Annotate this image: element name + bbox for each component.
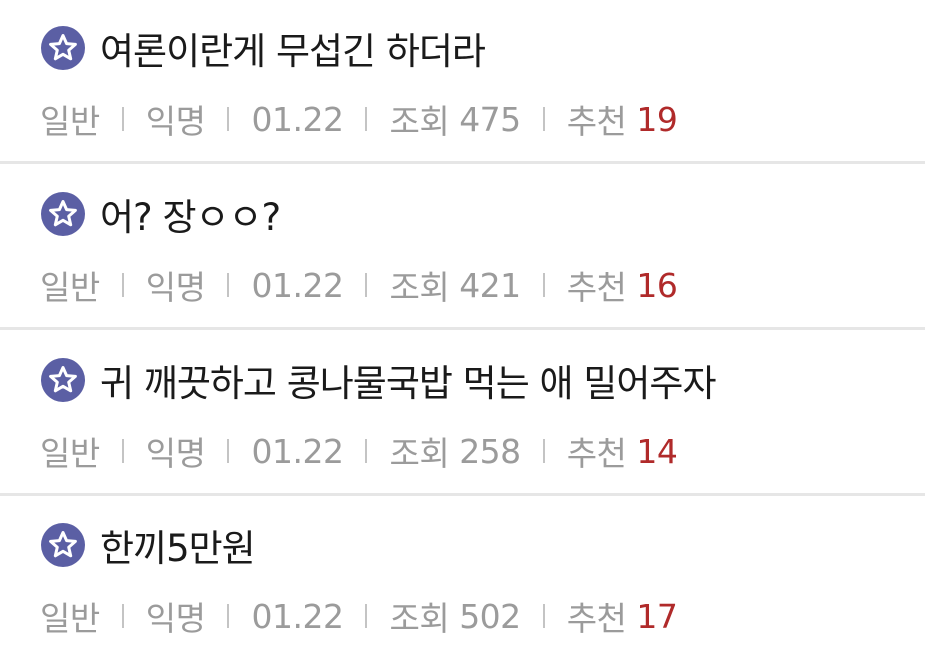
meta-divider: [365, 273, 368, 297]
recommend-count: 16: [636, 265, 678, 305]
post-category: 일반: [40, 434, 100, 473]
meta-divider: [121, 439, 124, 463]
post-list-item[interactable]: 어? 장ㅇㅇ? 일반 익명 01.22 조회 421 추천 16: [0, 166, 925, 330]
post-date: 01.22: [251, 431, 344, 471]
post-date: 01.22: [251, 99, 344, 139]
recommend-label: 추천: [566, 268, 627, 307]
views-count: 421: [459, 265, 521, 305]
post-title[interactable]: 어? 장ㅇㅇ?: [100, 187, 281, 241]
post-date: 01.22: [251, 596, 344, 636]
meta-divider: [542, 107, 545, 131]
post-category: 일반: [40, 268, 100, 307]
star-icon: [41, 192, 85, 236]
post-list-item[interactable]: 여론이란게 무섭긴 하더라 일반 익명 01.22 조회 475 추천 19: [0, 0, 925, 164]
views-count: 475: [459, 99, 521, 139]
post-meta: 일반 익명 01.22 조회 421 추천 16: [40, 262, 678, 308]
post-author: 익명: [145, 434, 206, 473]
post-title[interactable]: 귀 깨끗하고 콩나물국밥 먹는 애 밀어주자: [100, 353, 716, 407]
meta-divider: [227, 439, 230, 463]
meta-divider: [542, 439, 545, 463]
post-date: 01.22: [251, 265, 344, 305]
views-label: 조회: [389, 102, 450, 141]
views-count: 258: [459, 431, 521, 471]
post-list-item[interactable]: 한끼5만원 일반 익명 01.22 조회 502 추천 17: [0, 497, 925, 661]
post-author: 익명: [145, 268, 206, 307]
recommend-label: 추천: [566, 434, 627, 473]
post-title-row[interactable]: 어? 장ㅇㅇ?: [40, 187, 281, 241]
post-title-row[interactable]: 한끼5만원: [40, 518, 256, 572]
post-title-row[interactable]: 여론이란게 무섭긴 하더라: [40, 21, 486, 75]
meta-divider: [227, 273, 230, 297]
recommend-label: 추천: [566, 599, 627, 638]
views-count: 502: [459, 596, 521, 636]
post-meta: 일반 익명 01.22 조회 475 추천 19: [40, 96, 678, 142]
post-list-item[interactable]: 귀 깨끗하고 콩나물국밥 먹는 애 밀어주자 일반 익명 01.22 조회 25…: [0, 332, 925, 496]
star-icon: [41, 523, 85, 567]
post-category: 일반: [40, 599, 100, 638]
views-label: 조회: [389, 599, 450, 638]
post-author: 익명: [145, 599, 206, 638]
meta-divider: [365, 439, 368, 463]
recommend-count: 17: [636, 596, 678, 636]
post-meta: 일반 익명 01.22 조회 258 추천 14: [40, 428, 678, 474]
star-icon: [41, 358, 85, 402]
meta-divider: [121, 107, 124, 131]
meta-divider: [542, 273, 545, 297]
meta-divider: [365, 604, 368, 628]
meta-divider: [542, 604, 545, 628]
post-title-row[interactable]: 귀 깨끗하고 콩나물국밥 먹는 애 밀어주자: [40, 354, 716, 406]
meta-divider: [227, 107, 230, 131]
meta-divider: [365, 107, 368, 131]
post-meta: 일반 익명 01.22 조회 502 추천 17: [40, 593, 678, 639]
post-category: 일반: [40, 102, 100, 141]
views-label: 조회: [389, 434, 450, 473]
meta-divider: [121, 604, 124, 628]
post-title[interactable]: 여론이란게 무섭긴 하더라: [100, 21, 486, 75]
recommend-count: 14: [636, 431, 678, 471]
meta-divider: [121, 273, 124, 297]
post-author: 익명: [145, 102, 206, 141]
recommend-label: 추천: [566, 102, 627, 141]
post-list: 여론이란게 무섭긴 하더라 일반 익명 01.22 조회 475 추천 19 어?…: [0, 0, 925, 659]
post-title[interactable]: 한끼5만원: [100, 518, 256, 572]
recommend-count: 19: [636, 99, 678, 139]
views-label: 조회: [389, 268, 450, 307]
star-icon: [41, 26, 85, 70]
meta-divider: [227, 604, 230, 628]
